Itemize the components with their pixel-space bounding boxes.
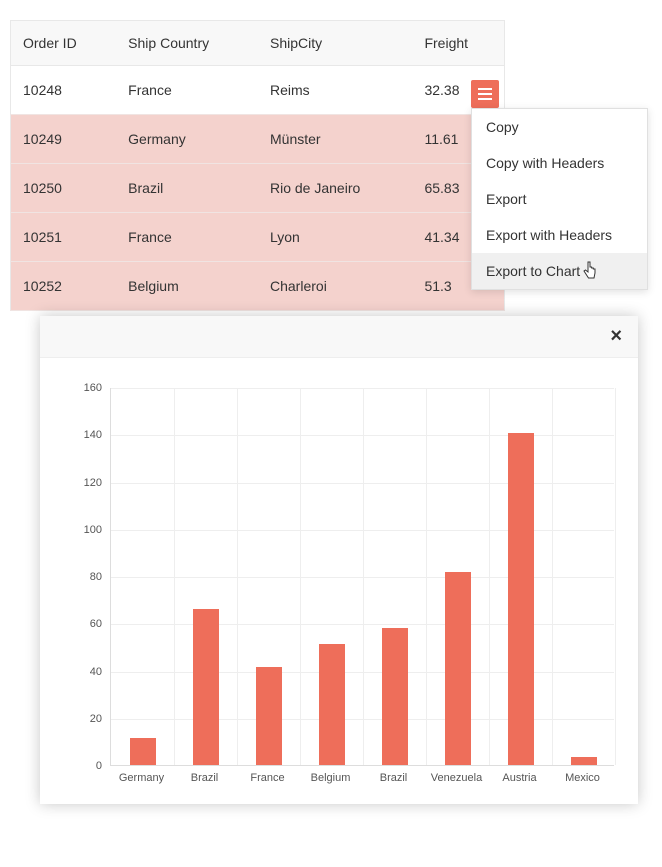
menu-item-export-to-chart[interactable]: Export to Chart xyxy=(472,253,647,289)
context-menu: CopyCopy with HeadersExportExport with H… xyxy=(471,108,648,290)
table-cell: Germany xyxy=(116,115,258,164)
chart-bar[interactable] xyxy=(256,667,282,765)
x-tick-label: Brazil xyxy=(191,772,219,784)
table-cell: 10248 xyxy=(11,66,117,115)
col-ship-city[interactable]: ShipCity xyxy=(258,21,412,66)
x-tick-label: France xyxy=(250,772,284,784)
x-tick-label: Brazil xyxy=(380,772,408,784)
gridline xyxy=(426,388,427,765)
table-row[interactable]: 10250BrazilRio de Janeiro65.83 xyxy=(11,164,505,213)
table-cell: Rio de Janeiro xyxy=(258,164,412,213)
table-row[interactable]: 10249GermanyMünster11.61 xyxy=(11,115,505,164)
gridline xyxy=(300,388,301,765)
chart-modal-header: × xyxy=(40,316,638,358)
x-tick-label: Austria xyxy=(502,772,536,784)
x-tick-label: Venezuela xyxy=(431,772,482,784)
y-tick-label: 100 xyxy=(84,524,102,536)
col-freight[interactable]: Freight xyxy=(412,21,504,66)
close-icon: × xyxy=(610,325,622,347)
table-header-row: Order ID Ship Country ShipCity Freight xyxy=(11,21,505,66)
chart-x-axis: Germany Brazil France Belgium Brazil Venezuel… xyxy=(110,772,614,792)
table-cell: Münster xyxy=(258,115,412,164)
chart-plot xyxy=(110,388,614,766)
menu-item-copy[interactable]: Copy xyxy=(472,109,647,145)
table-cell: 10251 xyxy=(11,213,117,262)
y-tick-label: 60 xyxy=(90,618,102,630)
chart-bar[interactable] xyxy=(319,644,345,765)
chart-area: 020406080100120140160 GermanyBrazilFranc… xyxy=(62,388,614,786)
table-cell: France xyxy=(116,213,258,262)
chart-bar[interactable] xyxy=(571,757,597,765)
menu-item-export[interactable]: Export xyxy=(472,181,647,217)
y-tick-label: 140 xyxy=(84,429,102,441)
table-cell: Belgium xyxy=(116,262,258,311)
table-row[interactable]: 10252BelgiumCharleroi51.3 xyxy=(11,262,505,311)
table-row[interactable]: 10251FranceLyon41.34 xyxy=(11,213,505,262)
chart-y-axis: 020406080100120140160 xyxy=(62,388,110,766)
table-cell: 10249 xyxy=(11,115,117,164)
y-tick-label: 40 xyxy=(90,666,102,678)
table-cell: Brazil xyxy=(116,164,258,213)
orders-table: Order ID Ship Country ShipCity Freight 1… xyxy=(10,20,505,311)
gridline xyxy=(237,388,238,765)
chart-bar[interactable] xyxy=(445,572,471,766)
y-tick-label: 20 xyxy=(90,713,102,725)
chart-bar[interactable] xyxy=(130,738,156,765)
gridline xyxy=(363,388,364,765)
col-ship-country[interactable]: Ship Country xyxy=(116,21,258,66)
chart-body: 0 20 40 60 80 100 120 140 160 Germany Brazil Franc… xyxy=(40,358,638,810)
table-cell: France xyxy=(116,66,258,115)
row-menu-button[interactable] xyxy=(471,80,499,108)
table-cell: Lyon xyxy=(258,213,412,262)
chart-bar[interactable] xyxy=(508,433,534,765)
table-cell: Charleroi xyxy=(258,262,412,311)
menu-item-copy-with-headers[interactable]: Copy with Headers xyxy=(472,145,647,181)
y-tick-label: 0 xyxy=(96,760,102,772)
gridline xyxy=(489,388,490,765)
table-cell: Reims xyxy=(258,66,412,115)
gridline xyxy=(174,388,175,765)
menu-item-export-with-headers[interactable]: Export with Headers xyxy=(472,217,647,253)
table-cell: 10250 xyxy=(11,164,117,213)
x-tick-label: Mexico xyxy=(565,772,600,784)
chart-close-button[interactable]: × xyxy=(610,325,622,348)
x-tick-label: Belgium xyxy=(311,772,351,784)
chart-modal: × 0 20 40 60 80 100 120 140 160 Germany Brazil Fra… xyxy=(40,316,638,804)
x-tick-label: Germany xyxy=(119,772,164,784)
col-order-id[interactable]: Order ID xyxy=(11,21,117,66)
table-cell: 10252 xyxy=(11,262,117,311)
y-tick-label: 160 xyxy=(84,382,102,394)
table-row[interactable]: 10248FranceReims32.38 xyxy=(11,66,505,115)
gridline xyxy=(615,388,616,765)
y-tick-label: 80 xyxy=(90,571,102,583)
gridline xyxy=(552,388,553,765)
y-tick-label: 120 xyxy=(84,477,102,489)
hamburger-icon xyxy=(478,93,492,95)
chart-bar[interactable] xyxy=(193,609,219,765)
chart-bar[interactable] xyxy=(382,628,408,765)
